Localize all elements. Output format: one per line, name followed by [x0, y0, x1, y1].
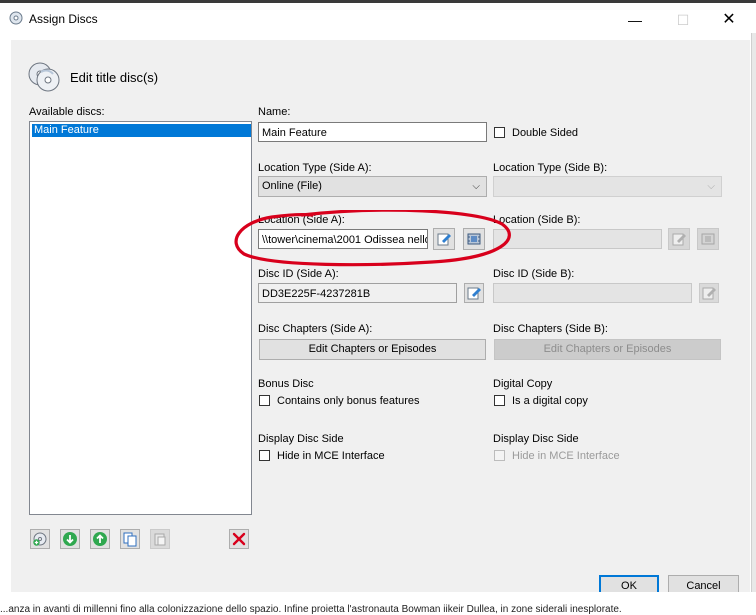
- delete-icon: [232, 532, 246, 546]
- paste-button[interactable]: [150, 529, 170, 549]
- arrow-down-icon: [63, 532, 77, 546]
- disc-id-b-field[interactable]: [493, 283, 692, 303]
- chapters-b-label: Disc Chapters (Side B):: [493, 323, 608, 335]
- edit-icon: [467, 287, 481, 300]
- bonus-disc-label: Bonus Disc: [258, 378, 314, 390]
- chevron-down-icon: ⌵: [707, 181, 715, 192]
- digital-copy-checkbox[interactable]: [494, 395, 505, 406]
- double-sided-label: Double Sided: [512, 127, 579, 139]
- edit-chapters-b-button[interactable]: Edit Chapters or Episodes: [494, 339, 721, 360]
- browse-location-a-button[interactable]: [463, 228, 485, 250]
- available-discs-list[interactable]: Main Feature: [29, 121, 252, 515]
- copy-button[interactable]: [120, 529, 140, 549]
- background-window-text: ...anza in avanti di millenni fino alla …: [0, 592, 756, 615]
- background-window-edge: [751, 33, 756, 593]
- edit-location-a-button[interactable]: [433, 228, 455, 250]
- location-type-a-value: Online (File): [262, 180, 322, 192]
- disc-id-a-label: Disc ID (Side A):: [258, 268, 339, 280]
- arrow-up-icon: [93, 532, 107, 546]
- location-b-label: Location (Side B):: [493, 214, 581, 226]
- edit-icon: [672, 233, 686, 246]
- name-field[interactable]: Main Feature: [258, 122, 487, 142]
- delete-button[interactable]: [229, 529, 249, 549]
- move-up-button[interactable]: [90, 529, 110, 549]
- location-a-field[interactable]: \\tower\cinema\2001 Odissea nello: [258, 229, 428, 249]
- location-type-b-label: Location Type (Side B):: [493, 162, 608, 174]
- hide-mce-b-checkbox[interactable]: [494, 450, 505, 461]
- background-text: ...anza in avanti di millenni fino alla …: [0, 604, 622, 615]
- maximize-button[interactable]: ☐: [660, 6, 706, 34]
- edit-disc-id-a-button[interactable]: [464, 283, 484, 303]
- digital-copy-label: Digital Copy: [493, 378, 553, 390]
- window-title: Assign Discs: [29, 12, 98, 26]
- add-disc-button[interactable]: [30, 529, 50, 549]
- edit-location-b-button[interactable]: [668, 228, 690, 250]
- disc-id-a-field[interactable]: DD3E225F-4237281B: [258, 283, 457, 303]
- location-type-b-select[interactable]: ⌵: [493, 176, 722, 197]
- hide-mce-a-label: Hide in MCE Interface: [277, 450, 385, 462]
- paste-icon: [154, 533, 166, 546]
- bonus-features-checkbox[interactable]: [259, 395, 270, 406]
- location-a-label: Location (Side A):: [258, 214, 345, 226]
- film-icon: [701, 233, 715, 245]
- add-disc-icon: [33, 532, 47, 546]
- discs-icon: [27, 60, 61, 94]
- title-bar: Assign Discs — ☐ ✕: [0, 3, 756, 33]
- disc-icon: [9, 11, 23, 25]
- display-side-b-label: Display Disc Side: [493, 433, 579, 445]
- browse-location-b-button[interactable]: [697, 228, 719, 250]
- chevron-down-icon: ⌵: [472, 181, 480, 192]
- bonus-features-label: Contains only bonus features: [277, 395, 420, 407]
- edit-icon: [702, 287, 716, 300]
- edit-icon: [437, 233, 451, 246]
- move-down-button[interactable]: [60, 529, 80, 549]
- location-b-field[interactable]: [493, 229, 662, 249]
- hide-mce-a-checkbox[interactable]: [259, 450, 270, 461]
- location-type-a-select[interactable]: Online (File) ⌵: [258, 176, 487, 197]
- available-discs-label: Available discs:: [29, 106, 105, 118]
- edit-chapters-a-button[interactable]: Edit Chapters or Episodes: [259, 339, 486, 360]
- chapters-a-label: Disc Chapters (Side A):: [258, 323, 373, 335]
- dialog-body: Edit title disc(s) Available discs: Main…: [11, 40, 750, 597]
- copy-icon: [123, 532, 137, 547]
- minimize-button[interactable]: —: [612, 6, 658, 34]
- digital-copy-checkbox-label: Is a digital copy: [512, 395, 588, 407]
- dialog-title: Edit title disc(s): [70, 70, 159, 85]
- name-label: Name:: [258, 106, 291, 118]
- location-type-a-label: Location Type (Side A):: [258, 162, 372, 174]
- list-item[interactable]: Main Feature: [32, 124, 251, 137]
- close-button[interactable]: ✕: [706, 6, 752, 34]
- display-side-a-label: Display Disc Side: [258, 433, 344, 445]
- disc-id-b-label: Disc ID (Side B):: [493, 268, 575, 280]
- film-icon: [467, 233, 481, 245]
- hide-mce-b-label: Hide in MCE Interface: [512, 450, 620, 462]
- double-sided-checkbox[interactable]: [494, 127, 505, 138]
- edit-disc-id-b-button[interactable]: [699, 283, 719, 303]
